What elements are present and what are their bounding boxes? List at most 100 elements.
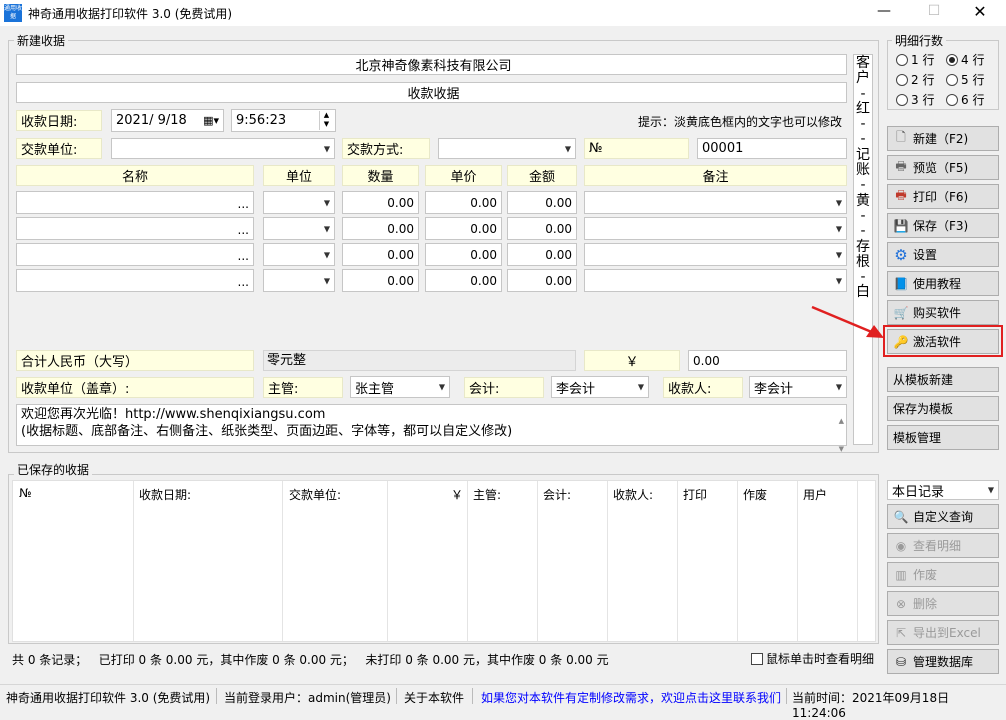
tutorial-button[interactable]: 📘 使用教程 bbox=[887, 271, 999, 296]
item-qty-field[interactable]: 0.00 bbox=[342, 243, 419, 266]
printer-preview-icon: 🖶 bbox=[895, 159, 907, 173]
gear-icon: ⚙ bbox=[894, 245, 908, 264]
records-filter-combo[interactable]: 本日记录 ▼ bbox=[887, 480, 999, 500]
item-name-field[interactable]: ... bbox=[16, 191, 254, 214]
item-name-field[interactable]: ... bbox=[16, 217, 254, 240]
item-unit-combo[interactable]: ▼ bbox=[263, 191, 335, 214]
export-excel-button[interactable]: ⇱ 导出到Excel bbox=[887, 620, 999, 645]
supervisor-combo[interactable]: 张主管 ▼ bbox=[350, 376, 450, 398]
item-name-field[interactable]: ... bbox=[16, 269, 254, 292]
delete-button[interactable]: ⊗ 删除 bbox=[887, 591, 999, 616]
radio-5-row[interactable]: 5 行 bbox=[946, 71, 984, 88]
item-amount-field[interactable]: 0.00 bbox=[507, 217, 577, 240]
item-unit-combo[interactable]: ▼ bbox=[263, 269, 335, 292]
void-button[interactable]: ▥ 作废 bbox=[887, 562, 999, 587]
memo-line: (收据标题、底部备注、右侧备注、纸张类型、页面边距、字体等，都可以自定义修改) bbox=[21, 424, 513, 439]
buy-button[interactable]: 🛒 购买软件 bbox=[887, 300, 999, 325]
item-price-field[interactable]: 0.00 bbox=[425, 269, 502, 292]
item-amount-field[interactable]: 0.00 bbox=[507, 191, 577, 214]
table-header-void[interactable]: 作废 bbox=[743, 486, 767, 503]
status-app: 神奇通用收据打印软件 3.0 (免费试用) bbox=[6, 691, 211, 705]
radio-6-row[interactable]: 6 行 bbox=[946, 91, 984, 108]
about-link[interactable]: 关于本软件 bbox=[404, 689, 464, 706]
maximize-button[interactable]: ☐ bbox=[922, 3, 946, 23]
number-field[interactable]: 00001 bbox=[697, 138, 847, 159]
radio-circle bbox=[946, 53, 958, 66]
more-icon[interactable]: ... bbox=[238, 197, 249, 211]
chevron-down-icon: ▼ bbox=[835, 198, 842, 207]
new-button[interactable]: 🗋 新建（F2) bbox=[887, 126, 999, 151]
item-amount-field[interactable]: 0.00 bbox=[507, 243, 577, 266]
item-note-combo[interactable]: ▼ bbox=[584, 217, 847, 240]
item-note-combo[interactable]: ▼ bbox=[584, 191, 847, 214]
table-header-accountant[interactable]: 会计: bbox=[543, 486, 571, 503]
item-price-field[interactable]: 0.00 bbox=[425, 217, 502, 240]
more-icon[interactable]: ... bbox=[238, 223, 249, 237]
receipt-title-field[interactable]: 收款收据 bbox=[16, 82, 847, 103]
table-header-supervisor[interactable]: 主管: bbox=[473, 486, 501, 503]
settings-button[interactable]: ⚙ 设置 bbox=[887, 242, 999, 267]
table-header-user[interactable]: 用户 bbox=[803, 486, 827, 503]
saved-receipts-table[interactable]: № 收款日期: 交款单位: ￥ 主管: 会计: 收款人: 打印 作废 用户 bbox=[12, 480, 876, 642]
table-header-payer[interactable]: 交款单位: bbox=[289, 486, 341, 503]
void-icon: ▥ bbox=[895, 567, 907, 582]
payer-combo[interactable]: ▼ bbox=[111, 138, 335, 159]
radio-2-row[interactable]: 2 行 bbox=[896, 71, 934, 88]
more-icon[interactable]: ... bbox=[238, 249, 249, 263]
date-picker[interactable]: 2021/ 9/18 ▦▾ bbox=[111, 109, 224, 132]
more-icon[interactable]: ... bbox=[238, 275, 249, 289]
col-header-note: 备注 bbox=[584, 165, 847, 186]
item-unit-combo[interactable]: ▼ bbox=[263, 243, 335, 266]
template-mgmt-button[interactable]: 模板管理 bbox=[887, 425, 999, 450]
save-button[interactable]: 💾 保存（F3) bbox=[887, 213, 999, 238]
floppy-icon: 💾 bbox=[893, 218, 909, 233]
table-header-cashier[interactable]: 收款人: bbox=[613, 486, 653, 503]
view-detail-button[interactable]: ◉ 查看明细 bbox=[887, 533, 999, 558]
table-header-printed[interactable]: 打印 bbox=[683, 486, 707, 503]
scroll-arrows[interactable]: ▲ ▼ bbox=[839, 407, 844, 463]
item-unit-combo[interactable]: ▼ bbox=[263, 217, 335, 240]
contact-link[interactable]: 如果您对本软件有定制修改需求，欢迎点击这里联系我们 bbox=[481, 689, 781, 706]
cashier-combo[interactable]: 李会计 ▼ bbox=[749, 376, 847, 398]
table-header-no[interactable]: № bbox=[19, 486, 31, 500]
from-template-button[interactable]: 从模板新建 bbox=[887, 367, 999, 392]
company-name-field[interactable]: 北京神奇像素科技有限公司 bbox=[16, 54, 847, 75]
print-button[interactable]: 🖶 打印（F6) bbox=[887, 184, 999, 209]
item-price-field[interactable]: 0.00 bbox=[425, 191, 502, 214]
date-label: 收款日期: bbox=[16, 110, 102, 131]
memo-textarea[interactable]: 欢迎您再次光临！http://www.shenqixiangsu.com (收据… bbox=[16, 404, 847, 453]
manage-db-button[interactable]: ⛁ 管理数据库 bbox=[887, 649, 999, 674]
item-note-combo[interactable]: ▼ bbox=[584, 243, 847, 266]
side-note[interactable]: 客户-红--记账-黄--存根-白 bbox=[853, 54, 873, 445]
close-button[interactable]: ✕ bbox=[968, 2, 992, 22]
item-qty-field[interactable]: 0.00 bbox=[342, 217, 419, 240]
save-template-button[interactable]: 保存为模板 bbox=[887, 396, 999, 421]
calendar-icon[interactable]: ▦▾ bbox=[203, 114, 219, 127]
item-price-field[interactable]: 0.00 bbox=[425, 243, 502, 266]
radio-1-row[interactable]: 1 行 bbox=[896, 51, 934, 68]
table-header-amount[interactable]: ￥ bbox=[451, 486, 463, 503]
method-combo[interactable]: ▼ bbox=[438, 138, 576, 159]
checkbox-box bbox=[751, 652, 763, 665]
item-amount-field[interactable]: 0.00 bbox=[507, 269, 577, 292]
click-view-checkbox[interactable]: 鼠标单击时查看明细 bbox=[751, 650, 874, 667]
total-value[interactable]: 0.00 bbox=[688, 350, 847, 371]
radio-3-row[interactable]: 3 行 bbox=[896, 91, 934, 108]
custom-query-button[interactable]: 🔍 自定义查询 bbox=[887, 504, 999, 529]
preview-button[interactable]: 🖶 预览（F5) bbox=[887, 155, 999, 180]
database-icon: ⛁ bbox=[895, 654, 907, 669]
minimize-button[interactable]: — bbox=[872, 3, 896, 23]
item-note-combo[interactable]: ▼ bbox=[584, 269, 847, 292]
activate-button[interactable]: 🔑 激活软件 bbox=[887, 329, 999, 354]
accountant-combo[interactable]: 李会计 ▼ bbox=[551, 376, 649, 398]
radio-4-row[interactable]: 4 行 bbox=[946, 51, 984, 68]
item-name-field[interactable]: ... bbox=[16, 243, 254, 266]
item-qty-field[interactable]: 0.00 bbox=[342, 191, 419, 214]
time-picker[interactable]: 9:56:23 ▲ ▼ bbox=[231, 109, 336, 132]
table-header-date[interactable]: 收款日期: bbox=[139, 486, 191, 503]
item-qty-field[interactable]: 0.00 bbox=[342, 269, 419, 292]
col-header-name: 名称 bbox=[16, 165, 254, 186]
book-icon: 📘 bbox=[893, 276, 909, 291]
col-header-amount: 金额 bbox=[507, 165, 577, 186]
spin-icon[interactable]: ▲ ▼ bbox=[319, 111, 333, 130]
